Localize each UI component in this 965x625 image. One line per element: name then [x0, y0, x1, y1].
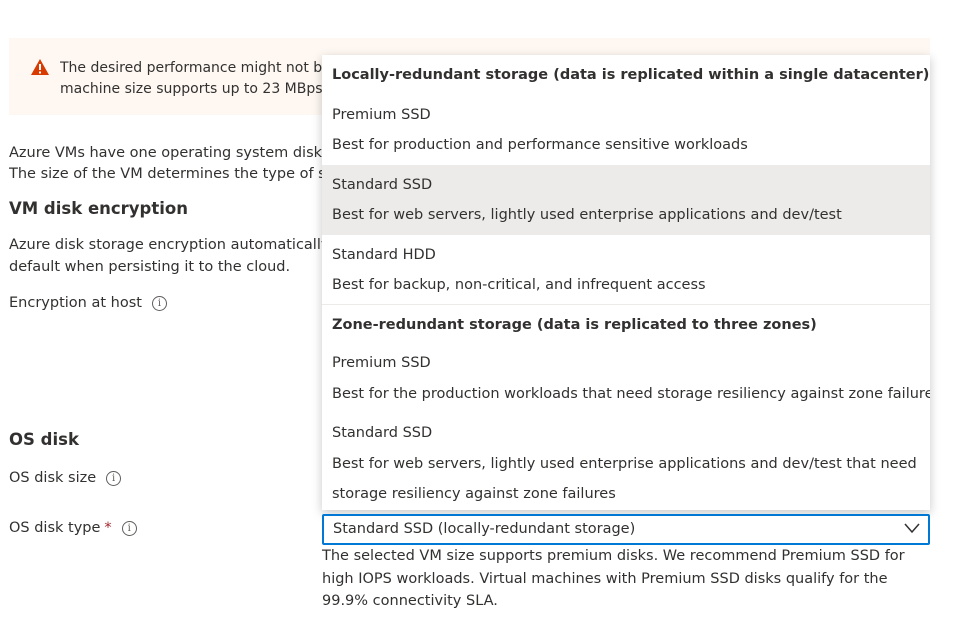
os-disk-type-text: OS disk type [9, 520, 101, 536]
required-asterisk: * [104, 520, 112, 536]
intro-line-1: Azure VMs have one operating system disk [9, 145, 322, 161]
warning-line-1: The desired performance might not be r [60, 60, 322, 76]
os-disk-type-select[interactable]: Standard SSD (locally-redundant storage) [322, 514, 930, 545]
os-disk-type-label: OS disk type * i [9, 520, 137, 536]
encryption-at-host-text: Encryption at host [9, 295, 142, 311]
encryption-description: Azure disk storage encryption automatica… [9, 234, 322, 278]
group-divider [322, 304, 930, 305]
info-icon[interactable]: i [106, 471, 122, 486]
os-disk-size-text: OS disk size [9, 470, 97, 486]
option-title: Premium SSD [332, 107, 431, 123]
info-icon[interactable]: i [121, 521, 137, 536]
option-lrs-premium-ssd[interactable]: Premium SSD Best for production and perf… [322, 95, 930, 165]
info-icon[interactable]: i [151, 296, 167, 311]
option-lrs-standard-hdd[interactable]: Standard HDD Best for backup, non-critic… [322, 235, 930, 305]
option-title: Premium SSD [332, 355, 431, 371]
option-title: Standard HDD [332, 247, 436, 263]
intro-line-2: The size of the VM determines the type o… [9, 166, 322, 182]
option-lrs-standard-ssd[interactable]: Standard SSD Best for web servers, light… [322, 165, 930, 235]
encryption-at-host-label: Encryption at host i [9, 295, 167, 311]
warning-triangle-icon [31, 59, 49, 75]
warning-line-2: machine size supports up to 23 MBps. T [60, 81, 322, 97]
option-zrs-premium-ssd[interactable]: Premium SSD Best for the production work… [322, 345, 930, 415]
option-description: Best for web servers, lightly used enter… [332, 456, 917, 472]
option-zrs-standard-ssd[interactable]: Standard SSD Best for web servers, light… [322, 415, 930, 510]
option-description: Best for web servers, lightly used enter… [332, 207, 842, 223]
option-description: Best for the production workloads that n… [332, 386, 930, 402]
os-disk-heading: OS disk [9, 430, 79, 449]
encryption-heading: VM disk encryption [9, 199, 188, 218]
os-disk-type-options-panel: Locally-redundant storage (data is repli… [322, 55, 930, 510]
selected-value: Standard SSD (locally-redundant storage) [333, 521, 636, 537]
chevron-down-icon [904, 523, 920, 534]
intro-text: Azure VMs have one operating system disk… [9, 143, 322, 185]
encryption-line-2: default when persisting it to the cloud. [9, 259, 291, 275]
option-description-continued: storage resiliency against zone failures [332, 486, 616, 502]
disk-type-note: The selected VM size supports premium di… [322, 548, 905, 609]
warning-text: The desired performance might not be r m… [60, 58, 322, 100]
option-description: Best for backup, non-critical, and infre… [332, 277, 706, 293]
os-disk-size-label: OS disk size i [9, 470, 122, 486]
encryption-line-1: Azure disk storage encryption automatica… [9, 237, 322, 253]
option-title: Standard SSD [332, 177, 433, 193]
group-header-zone-redundant: Zone-redundant storage (data is replicat… [332, 317, 817, 333]
option-title: Standard SSD [332, 425, 433, 441]
option-description: Best for production and performance sens… [332, 137, 748, 153]
group-header-locally-redundant: Locally-redundant storage (data is repli… [332, 67, 930, 83]
